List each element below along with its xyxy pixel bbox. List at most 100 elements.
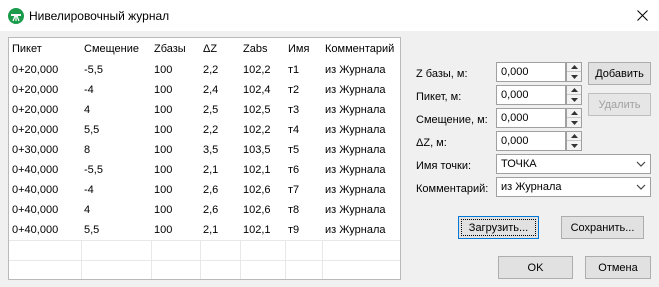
- cell-comment[interactable]: из Журнала: [322, 100, 400, 120]
- cell-z-abs[interactable]: 102,2: [240, 60, 285, 80]
- spin-down-icon[interactable]: [567, 95, 581, 104]
- empty-cell[interactable]: [9, 239, 82, 260]
- spin-up-icon[interactable]: [567, 63, 581, 72]
- cell-z-base[interactable]: 100: [151, 220, 200, 240]
- empty-row[interactable]: [9, 259, 400, 279]
- column-header-dz[interactable]: ΔZ: [200, 38, 240, 60]
- cell-picket[interactable]: 0+40,000: [9, 160, 81, 180]
- cell-dz[interactable]: 2,5: [200, 100, 240, 120]
- level-journal-grid[interactable]: Пикет Смещение Zбазы ΔZ Zabs Имя Коммент…: [8, 37, 401, 280]
- picket-spinner[interactable]: [566, 85, 582, 105]
- save-button[interactable]: Сохранить...: [561, 216, 644, 239]
- cell-offset[interactable]: -5,5: [81, 60, 151, 80]
- cell-z-base[interactable]: 100: [151, 80, 200, 100]
- column-header-offset[interactable]: Смещение: [81, 38, 151, 60]
- cell-picket[interactable]: 0+30,000: [9, 140, 81, 160]
- cell-name[interactable]: т4: [285, 120, 322, 140]
- cell-name[interactable]: т1: [285, 60, 322, 80]
- cell-picket[interactable]: 0+40,000: [9, 220, 81, 240]
- cell-comment[interactable]: из Журнала: [322, 120, 400, 140]
- cell-z-abs[interactable]: 102,4: [240, 80, 285, 100]
- cell-z-abs[interactable]: 102,2: [240, 120, 285, 140]
- cell-z-abs[interactable]: 103,5: [240, 140, 285, 160]
- load-button[interactable]: Загрузить...: [458, 216, 539, 239]
- cell-offset[interactable]: 4: [81, 100, 151, 120]
- cell-dz[interactable]: 2,6: [200, 200, 240, 220]
- spin-down-icon[interactable]: [567, 72, 581, 81]
- cell-picket[interactable]: 0+20,000: [9, 100, 81, 120]
- dz-input[interactable]: 0,000: [496, 131, 566, 151]
- cell-dz[interactable]: 2,2: [200, 120, 240, 140]
- cell-offset[interactable]: 4: [81, 200, 151, 220]
- spin-up-icon[interactable]: [567, 132, 581, 141]
- empty-cell[interactable]: [285, 259, 323, 279]
- cell-picket[interactable]: 0+20,000: [9, 80, 81, 100]
- empty-cell[interactable]: [200, 259, 241, 279]
- cell-offset[interactable]: -4: [81, 80, 151, 100]
- table-row[interactable]: 0+20,000 4 100 2,5 102,5 т3 из Журнала: [9, 100, 400, 120]
- cancel-button[interactable]: Отмена: [585, 256, 651, 279]
- empty-cell[interactable]: [81, 259, 152, 279]
- cell-z-base[interactable]: 100: [151, 180, 200, 200]
- cell-dz[interactable]: 3,5: [200, 140, 240, 160]
- table-row[interactable]: 0+30,000 8 100 3,5 103,5 т5 из Журнала: [9, 140, 400, 160]
- table-row[interactable]: 0+20,000 5,5 100 2,2 102,2 т4 из Журнала: [9, 120, 400, 140]
- empty-cell[interactable]: [322, 259, 400, 279]
- column-header-z-base[interactable]: Zбазы: [151, 38, 200, 60]
- column-header-comment[interactable]: Комментарий: [322, 38, 400, 60]
- cell-z-abs[interactable]: 102,6: [240, 200, 285, 220]
- cell-offset[interactable]: -5,5: [81, 160, 151, 180]
- cell-comment[interactable]: из Журнала: [322, 60, 400, 80]
- cell-offset[interactable]: -4: [81, 180, 151, 200]
- empty-cell[interactable]: [9, 259, 82, 279]
- cell-name[interactable]: т8: [285, 200, 322, 220]
- cell-name[interactable]: т6: [285, 160, 322, 180]
- cell-z-base[interactable]: 100: [151, 60, 200, 80]
- z-base-input[interactable]: 0,000: [496, 62, 566, 82]
- ok-button[interactable]: OK: [498, 256, 573, 279]
- table-row[interactable]: 0+20,000 -5,5 100 2,2 102,2 т1 из Журнала: [9, 60, 400, 80]
- point-name-combobox[interactable]: ТОЧКА: [496, 154, 651, 174]
- z-base-spinner[interactable]: [566, 62, 582, 82]
- delete-button[interactable]: Удалить: [588, 93, 651, 116]
- cell-z-abs[interactable]: 102,5: [240, 100, 285, 120]
- table-row[interactable]: 0+40,000 -4 100 2,6 102,6 т7 из Журнала: [9, 180, 400, 200]
- empty-cell[interactable]: [81, 239, 152, 260]
- cell-comment[interactable]: из Журнала: [322, 180, 400, 200]
- cell-picket[interactable]: 0+20,000: [9, 60, 81, 80]
- spin-up-icon[interactable]: [567, 86, 581, 95]
- comment-combobox[interactable]: из Журнала: [496, 177, 651, 197]
- cell-z-abs[interactable]: 102,6: [240, 180, 285, 200]
- cell-z-base[interactable]: 100: [151, 100, 200, 120]
- offset-input[interactable]: 0,000: [496, 108, 566, 128]
- empty-cell[interactable]: [151, 239, 201, 260]
- spin-up-icon[interactable]: [567, 109, 581, 118]
- table-row[interactable]: 0+40,000 -5,5 100 2,1 102,1 т6 из Журнала: [9, 160, 400, 180]
- table-row[interactable]: 0+40,000 5,5 100 2,1 102,1 т9 из Журнала: [9, 220, 400, 240]
- empty-cell[interactable]: [200, 239, 241, 260]
- empty-cell[interactable]: [240, 259, 286, 279]
- cell-z-abs[interactable]: 102,1: [240, 220, 285, 240]
- spin-down-icon[interactable]: [567, 141, 581, 150]
- cell-picket[interactable]: 0+20,000: [9, 120, 81, 140]
- table-row[interactable]: 0+40,000 4 100 2,6 102,6 т8 из Журнала: [9, 200, 400, 220]
- close-button[interactable]: [625, 0, 659, 31]
- empty-row[interactable]: [9, 239, 400, 260]
- cell-picket[interactable]: 0+40,000: [9, 200, 81, 220]
- picket-input[interactable]: 0,000: [496, 85, 566, 105]
- cell-offset[interactable]: 5,5: [81, 120, 151, 140]
- cell-dz[interactable]: 2,1: [200, 220, 240, 240]
- empty-cell[interactable]: [322, 239, 400, 260]
- spin-down-icon[interactable]: [567, 118, 581, 127]
- cell-comment[interactable]: из Журнала: [322, 80, 400, 100]
- cell-z-abs[interactable]: 102,1: [240, 160, 285, 180]
- cell-comment[interactable]: из Журнала: [322, 200, 400, 220]
- cell-name[interactable]: т9: [285, 220, 322, 240]
- cell-z-base[interactable]: 100: [151, 140, 200, 160]
- cell-dz[interactable]: 2,6: [200, 180, 240, 200]
- empty-cell[interactable]: [240, 239, 286, 260]
- empty-cell[interactable]: [285, 239, 323, 260]
- table-row[interactable]: 0+20,000 -4 100 2,4 102,4 т2 из Журнала: [9, 80, 400, 100]
- empty-cell[interactable]: [151, 259, 201, 279]
- cell-z-base[interactable]: 100: [151, 200, 200, 220]
